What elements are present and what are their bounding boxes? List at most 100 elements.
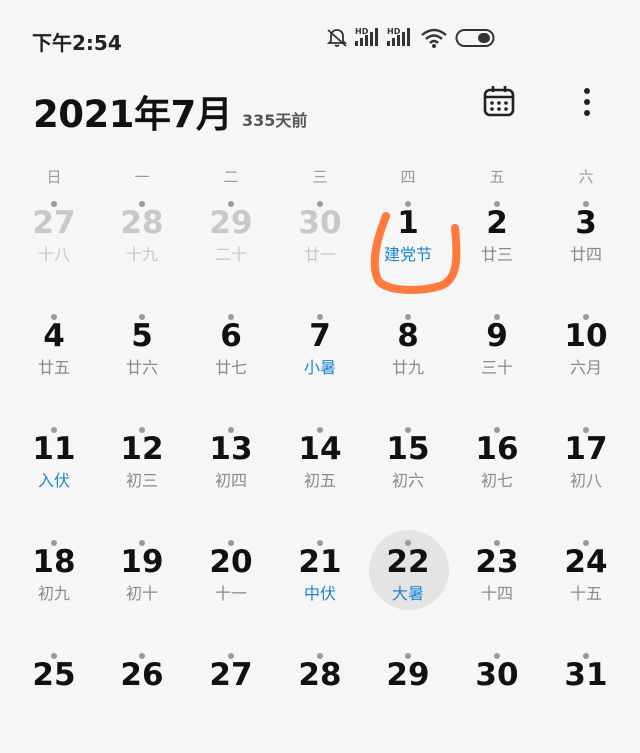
lunar-date-label: 十九	[125, 245, 158, 264]
day-number: 9	[486, 318, 508, 354]
day-cell[interactable]: 21 中伏	[276, 540, 364, 640]
day-cell[interactable]: 5 廿六	[98, 314, 186, 414]
day-cell[interactable]: 19 初十	[98, 540, 186, 640]
day-number: 27	[209, 657, 253, 693]
day-cell[interactable]: 6 廿七	[187, 314, 275, 414]
lunar-date-label: 初九	[37, 584, 70, 603]
day-number: 2	[486, 205, 508, 241]
day-cell[interactable]: 17 初八	[542, 427, 630, 527]
day-cell-today[interactable]: 22 大暑	[364, 530, 452, 640]
day-cell[interactable]: 9 三十	[453, 314, 541, 414]
day-cell[interactable]: 24 十五	[542, 540, 630, 640]
day-cell[interactable]: 23 十四	[453, 540, 541, 640]
signal-hd-2-icon: HD	[387, 27, 410, 46]
day-cell[interactable]: 14 初五	[276, 427, 364, 527]
lunar-date-label: 初七	[480, 471, 513, 490]
weekday-fri: 五	[489, 168, 505, 186]
day-number: 6	[220, 318, 242, 354]
lunar-date-label: 初八	[569, 471, 602, 490]
day-number: 3	[575, 205, 597, 241]
day-number: 10	[564, 318, 608, 354]
day-cell[interactable]: 7 小暑	[276, 314, 364, 414]
day-cell[interactable]: 4 廿五	[10, 314, 98, 414]
day-number: 14	[298, 431, 342, 467]
day-number: 21	[298, 544, 342, 580]
signal-hd-1-icon: HD	[355, 27, 378, 46]
day-cell[interactable]: 10 六月	[542, 314, 630, 414]
status-bar: 下午2:54 HD HD	[0, 0, 640, 72]
holiday-label: 建党节	[383, 245, 432, 264]
day-cell[interactable]: 16 初七	[453, 427, 541, 527]
day-number: 16	[475, 431, 519, 467]
month-title[interactable]: 2021年7月	[33, 84, 233, 138]
day-cell[interactable]: 2 廿三	[453, 201, 541, 301]
day-number: 24	[564, 544, 608, 580]
day-cell[interactable]: 11 入伏	[10, 427, 98, 527]
day-cell[interactable]: 18 初九	[10, 540, 98, 640]
day-number: 25	[32, 657, 76, 693]
day-cell[interactable]: 27 十八	[10, 201, 98, 301]
lunar-date-label: 六月	[569, 358, 602, 377]
day-cell[interactable]: 8 廿九	[364, 314, 452, 414]
day-number: 31	[564, 657, 608, 693]
wifi-icon	[421, 28, 447, 48]
lunar-date-label: 十八	[37, 245, 70, 264]
more-vertical-icon	[584, 88, 590, 116]
day-number: 13	[209, 431, 253, 467]
day-cell[interactable]: 30	[453, 653, 541, 753]
lunar-date-label: 十四	[480, 584, 513, 603]
day-number: 15	[386, 431, 430, 467]
holiday-label: 大暑	[391, 584, 424, 603]
lunar-date-label: 廿六	[125, 358, 158, 377]
lunar-date-label: 三十	[480, 358, 513, 377]
day-number: 12	[120, 431, 164, 467]
weekday-thu: 四	[400, 168, 416, 186]
day-number: 4	[43, 318, 65, 354]
day-cell[interactable]: 29 二十	[187, 201, 275, 301]
lunar-date-label: 初十	[125, 584, 158, 603]
day-cell[interactable]: 20 十一	[187, 540, 275, 640]
lunar-date-label: 廿四	[569, 245, 602, 264]
day-number: 28	[120, 205, 164, 241]
day-cell[interactable]: 13 初四	[187, 427, 275, 527]
day-cell[interactable]: 28	[276, 653, 364, 753]
day-number: 20	[209, 544, 253, 580]
day-cell[interactable]: 1 建党节	[364, 201, 452, 301]
day-number: 19	[120, 544, 164, 580]
day-number: 27	[32, 205, 76, 241]
day-number: 7	[309, 318, 331, 354]
holiday-label: 小暑	[303, 358, 336, 377]
more-options-button[interactable]	[572, 84, 602, 120]
day-cell[interactable]: 30 廿一	[276, 201, 364, 301]
weekday-wed: 三	[312, 168, 328, 186]
today-calendar-button[interactable]	[482, 84, 516, 118]
day-cell[interactable]: 3 廿四	[542, 201, 630, 301]
hd-label-2: HD	[387, 27, 401, 36]
day-number: 5	[131, 318, 153, 354]
lunar-date-label: 廿一	[303, 245, 336, 264]
days-ago-label: 335天前	[242, 111, 308, 130]
lunar-date-label: 初六	[391, 471, 424, 490]
day-number: 28	[298, 657, 342, 693]
day-cell[interactable]: 25	[10, 653, 98, 753]
lunar-date-label: 廿三	[480, 245, 513, 264]
day-cell[interactable]: 26	[98, 653, 186, 753]
lunar-date-label: 廿五	[37, 358, 70, 377]
day-number: 22	[386, 544, 430, 580]
day-cell[interactable]: 28 十九	[98, 201, 186, 301]
day-number: 11	[32, 431, 76, 467]
holiday-label: 中伏	[303, 584, 336, 603]
day-number: 18	[32, 544, 76, 580]
day-number: 23	[475, 544, 519, 580]
lunar-date-label: 廿九	[391, 358, 424, 377]
day-cell[interactable]: 12 初三	[98, 427, 186, 527]
weekday-sat: 六	[578, 168, 594, 186]
day-number: 26	[120, 657, 164, 693]
day-number: 1	[397, 205, 419, 241]
day-cell[interactable]: 15 初六	[364, 427, 452, 527]
day-cell[interactable]: 27	[187, 653, 275, 753]
day-cell[interactable]: 31	[542, 653, 630, 753]
day-cell[interactable]: 29	[364, 653, 452, 753]
lunar-date-label: 十一	[214, 584, 247, 603]
lunar-date-label: 十五	[569, 584, 602, 603]
